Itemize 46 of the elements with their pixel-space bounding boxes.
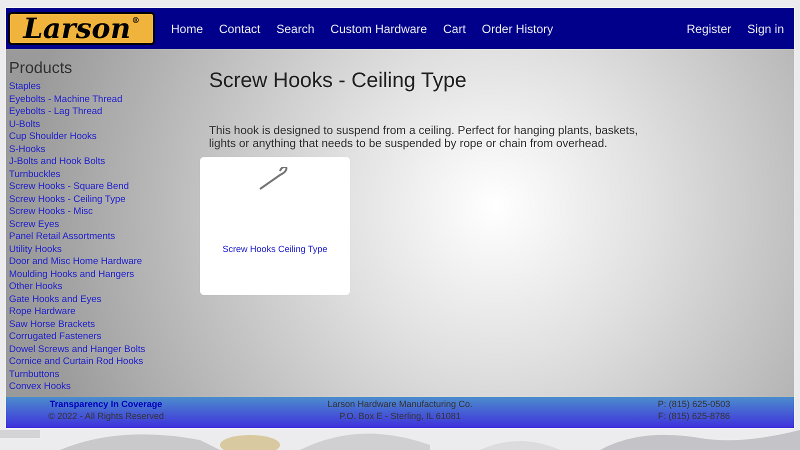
product-category-link[interactable]: Corrugated Fasteners bbox=[9, 331, 200, 344]
nav-link[interactable]: Register bbox=[678, 20, 740, 38]
address-text: P.O. Box E - Sterling, IL 61081 bbox=[339, 410, 461, 422]
description: This hook is designed to suspend from a ceiling. Perfect for hanging plants, baskets, lights or anything that needs to be suspended by rope or chain from overhead. bbox=[209, 124, 639, 150]
sidebar-title: Products bbox=[9, 59, 74, 79]
product-category-link[interactable]: Moulding Hooks and Hangers bbox=[9, 268, 200, 281]
product-category-link[interactable]: Staples bbox=[9, 81, 200, 94]
company-name: Larson Hardware Manufacturing Co. bbox=[327, 398, 473, 410]
product-category-link[interactable]: Cornice and Curtain Rod Hooks bbox=[9, 356, 200, 368]
product-category-link[interactable]: S-Hooks bbox=[9, 144, 200, 156]
footer-link[interactable]: Transparency In Coverage bbox=[50, 398, 162, 410]
product-category-link[interactable]: Screw Eyes bbox=[9, 218, 200, 231]
product-link[interactable]: Screw Hooks Ceiling Type bbox=[222, 242, 328, 256]
product-category-link[interactable]: Other Hooks bbox=[9, 281, 200, 294]
product-category-link[interactable]: Screw Hooks - Square Bend bbox=[9, 181, 200, 194]
nav-link[interactable]: Sign in bbox=[739, 20, 792, 38]
logo[interactable]: Larson$^{®}$ bbox=[8, 12, 155, 45]
product-category-link[interactable]: Dowel Screws and Hanger Bolts bbox=[9, 344, 200, 356]
nav-link[interactable]: Contact bbox=[211, 20, 268, 38]
product-category-link[interactable]: Rope Hardware bbox=[9, 306, 200, 318]
product-category-link[interactable]: Cup Shoulder Hooks bbox=[9, 131, 200, 144]
nav-link[interactable]: Custom Hardware bbox=[322, 20, 436, 38]
product-category-link[interactable]: Utility Hooks bbox=[9, 244, 200, 256]
registered-mark: ® bbox=[132, 16, 140, 24]
page-title: Screw Hooks - Ceiling Type bbox=[209, 68, 468, 94]
product-category-link[interactable]: Turnbuttons bbox=[9, 368, 200, 381]
nav-link[interactable]: Cart bbox=[435, 20, 474, 38]
copyright-text: © 2022 - All Rights Reserved bbox=[48, 410, 164, 422]
nav-link[interactable]: Search bbox=[268, 20, 322, 38]
fax-number: F: (815) 625-8786 bbox=[658, 410, 730, 422]
product-category-link[interactable]: Gate Hooks and Eyes bbox=[9, 294, 200, 306]
nav-link[interactable]: Home bbox=[163, 20, 212, 38]
product-category-link[interactable]: J-Bolts and Hook Bolts bbox=[9, 156, 200, 168]
product-category-link[interactable]: Eyebolts - Machine Thread bbox=[9, 94, 200, 106]
product-category-link[interactable]: Screw Hooks - Misc bbox=[9, 206, 200, 218]
product-category-link[interactable]: Door and Misc Home Hardware bbox=[9, 256, 200, 268]
nav-link[interactable]: Order History bbox=[474, 20, 562, 38]
phone-number: P: (815) 625-0503 bbox=[658, 398, 730, 410]
product-category-link[interactable]: Screw Hooks - Ceiling Type bbox=[9, 194, 200, 206]
product-card[interactable]: Screw Hooks Ceiling Type bbox=[200, 156, 350, 294]
product-category-link[interactable]: Turnbuckles bbox=[9, 168, 200, 181]
product-category-link[interactable]: Eyebolts - Lag Thread bbox=[9, 106, 200, 118]
product-category-link[interactable]: U-Bolts bbox=[9, 118, 200, 131]
product-category-link[interactable]: Panel Retail Assortments bbox=[9, 231, 200, 244]
product-category-link[interactable]: Convex Hooks bbox=[9, 381, 200, 394]
product-category-link[interactable]: Saw Horse Brackets bbox=[9, 318, 200, 331]
